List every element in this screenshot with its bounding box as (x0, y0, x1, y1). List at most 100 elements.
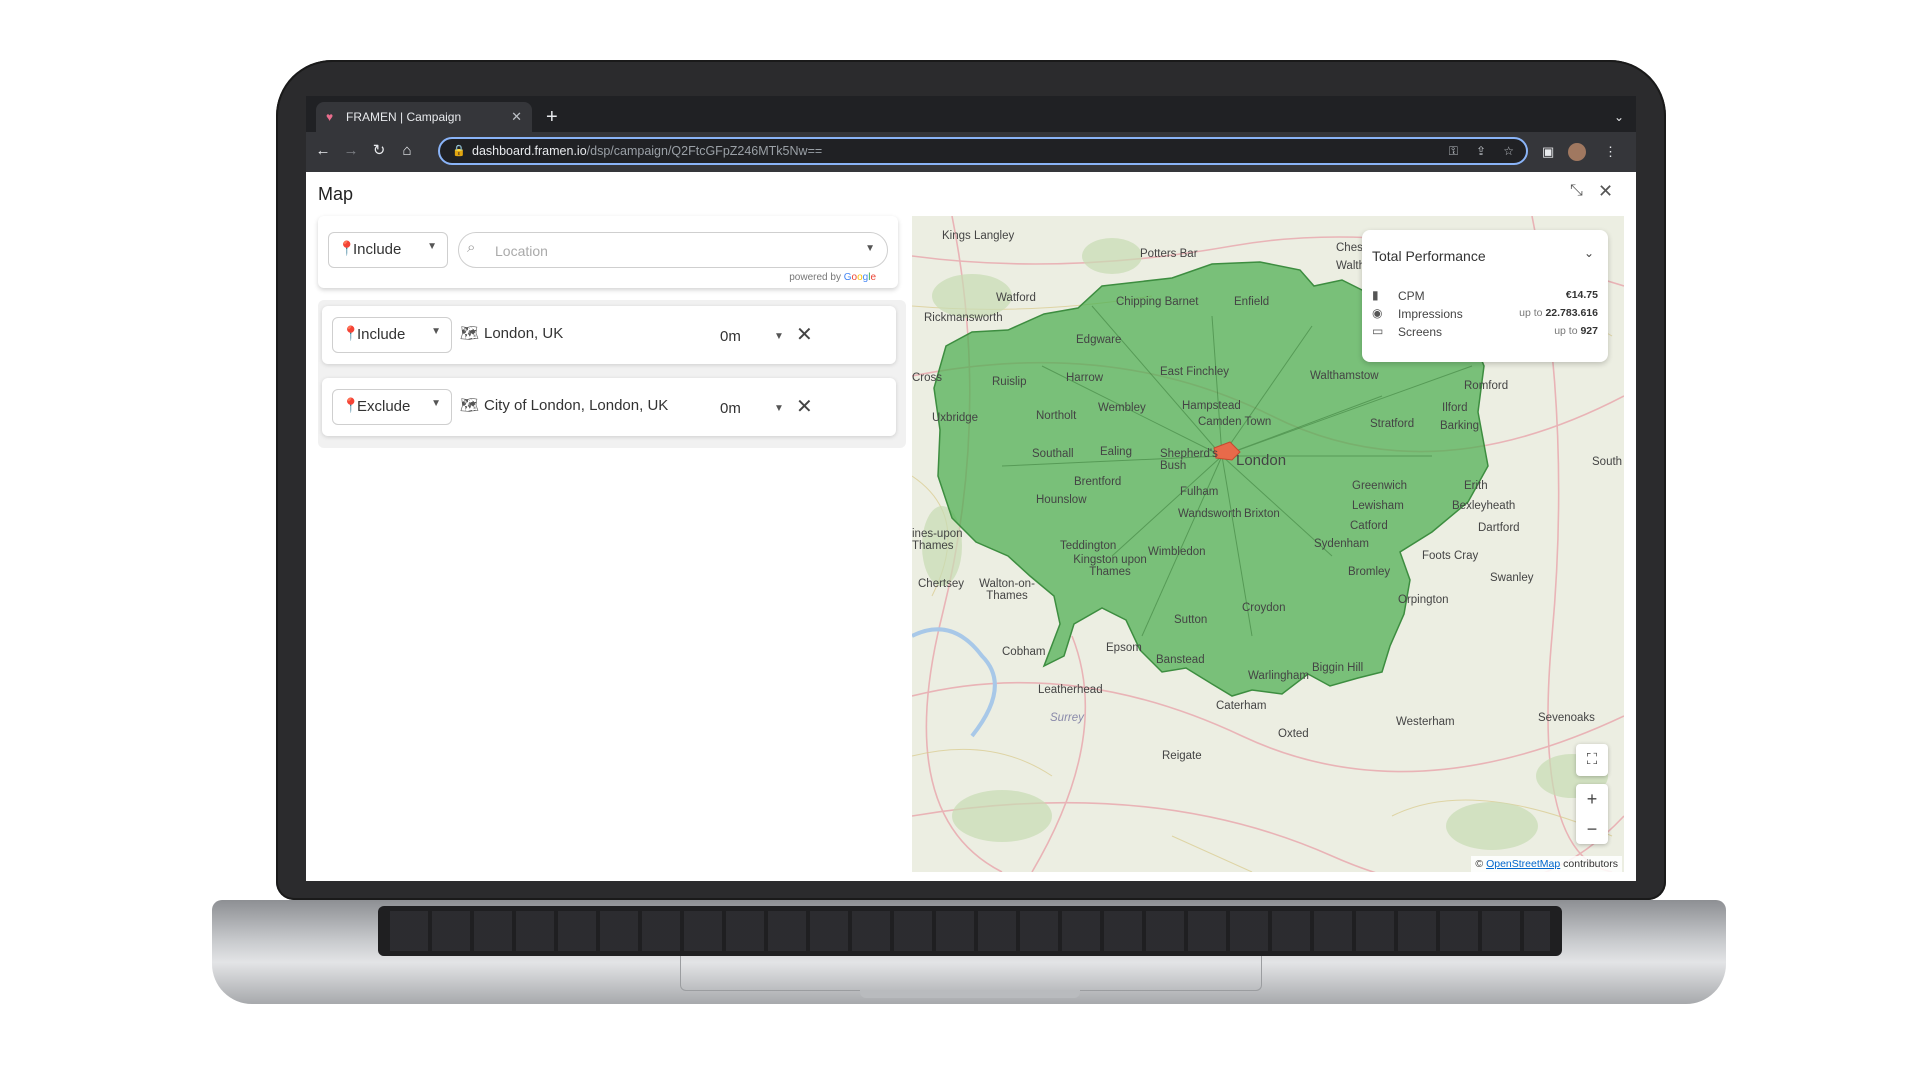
map-label: ines-upon Thames (912, 528, 963, 552)
total-performance-card: Total Performance ⌄ ▮ CPM €14.75 ◉ Impre… (1362, 230, 1608, 362)
include-exclude-select[interactable]: 📍 Exclude ▼ (332, 389, 452, 425)
map-icon: 🗺 (460, 325, 480, 342)
map-label: Chipping Barnet (1116, 296, 1199, 308)
address-bar[interactable]: 🔒 dashboard.framen.io/dsp/campaign/Q2Ftc… (438, 137, 1528, 165)
map-label: Surrey (1050, 712, 1084, 724)
collapse-icon[interactable]: ⤡ (1570, 182, 1583, 200)
map-label: Teddington (1060, 540, 1117, 552)
fit-bounds-button[interactable]: ⛶ (1576, 744, 1608, 776)
share-icon[interactable]: ⇪ (1476, 139, 1486, 163)
close-icon[interactable]: ✕ (1598, 181, 1613, 202)
chevron-down-icon[interactable]: ⌄ (1584, 246, 1594, 260)
location-name: London, UK (484, 325, 564, 342)
include-exclude-select[interactable]: 📍 Include ▼ (328, 232, 448, 268)
map-label: Lewisham (1352, 500, 1404, 512)
browser-menu-icon[interactable]: ⋮ (1604, 141, 1617, 163)
map-label: South (1592, 456, 1623, 468)
eye-icon: ◉ (1372, 306, 1383, 320)
radius-value[interactable]: 0m (720, 328, 741, 345)
search-icon: ⌕ (467, 239, 476, 256)
map-label: Banstead (1156, 654, 1205, 666)
caret-down-icon: ▼ (431, 326, 441, 337)
location-input[interactable] (493, 239, 837, 263)
caret-down-icon: ▼ (431, 398, 441, 409)
performance-row: ▮ CPM €14.75 (1372, 288, 1598, 303)
map-label: Oxted (1278, 728, 1309, 740)
map-label: Bromley (1348, 566, 1391, 578)
browser-tab[interactable]: ♥ FRAMEN | Campaign ✕ (316, 102, 532, 132)
location-panel: 📍 Include ▼ ⌕ ▼ powered by Google 📍 (318, 216, 906, 826)
remove-icon[interactable]: ✕ (796, 322, 813, 347)
map-label: Wembley (1098, 402, 1146, 414)
forward-icon[interactable]: → (340, 139, 362, 163)
openstreetmap-link[interactable]: OpenStreetMap (1486, 858, 1560, 870)
home-icon[interactable]: ⌂ (396, 139, 418, 163)
map-label: Erith (1464, 480, 1488, 492)
tab-title: FRAMEN | Campaign (346, 110, 462, 124)
map-label: Kings Langley (942, 230, 1015, 242)
caret-down-icon: ▼ (427, 241, 437, 252)
map-label: Cross (912, 372, 943, 384)
map-label: Rickmansworth (924, 312, 1003, 324)
monitor-icon: ▭ (1372, 324, 1384, 338)
map-label: Hampstead (1182, 400, 1241, 412)
caret-down-icon[interactable]: ▼ (774, 331, 784, 342)
map-view[interactable]: Kings Langley Potters Bar Watford Chippi… (912, 216, 1624, 872)
performance-title: Total Performance (1372, 248, 1486, 264)
map-label: Brixton (1244, 508, 1280, 520)
map-label: Ruislip (992, 376, 1027, 388)
map-label: Brentford (1074, 476, 1122, 488)
include-exclude-select[interactable]: 📍 Include ▼ (332, 317, 452, 353)
map-label: Croydon (1242, 602, 1286, 614)
map-label: Sutton (1174, 614, 1208, 626)
map-dialog: Map ⤡ ✕ 📍 Include ▼ ⌕ ▼ powered by Googl… (306, 172, 1636, 881)
map-label: Orpington (1398, 594, 1449, 606)
performance-row: ◉ Impressions up to 22.783.616 (1372, 306, 1598, 321)
bar-chart-icon: ▮ (1372, 288, 1379, 302)
tab-search-icon[interactable]: ⌄ (1614, 102, 1624, 132)
location-search[interactable]: ⌕ ▼ (458, 232, 888, 268)
browser-toolbar: ← → ↻ ⌂ 🔒 dashboard.framen.io/dsp/campai… (306, 132, 1636, 172)
map-label: Reigate (1162, 750, 1202, 762)
profile-avatar[interactable] (1568, 143, 1586, 161)
map-label: Northolt (1036, 410, 1077, 422)
map-label: Warlingham (1248, 670, 1309, 682)
map-label: East Finchley (1160, 366, 1230, 378)
map-label: Barking (1440, 420, 1479, 432)
map-label: Catford (1350, 520, 1388, 532)
map-attribution: © OpenStreetMap contributors (1471, 856, 1622, 872)
caret-down-icon[interactable]: ▼ (774, 403, 784, 414)
laptop-notch (860, 990, 1080, 998)
list-item: 📍 Exclude ▼ 🗺 City of London, London, UK… (322, 378, 896, 436)
reload-icon[interactable]: ↻ (368, 139, 390, 163)
map-label: Wimbledon (1148, 546, 1206, 558)
map-label: Cobham (1002, 646, 1046, 658)
location-name: City of London, London, UK (484, 397, 669, 414)
caret-down-icon[interactable]: ▼ (865, 243, 875, 254)
remove-icon[interactable]: ✕ (796, 394, 813, 419)
map-label: Swanley (1490, 572, 1534, 584)
new-tab-button[interactable]: + (546, 102, 558, 132)
radius-value[interactable]: 0m (720, 400, 741, 417)
map-label: Camden Town (1198, 416, 1272, 428)
key-icon[interactable]: ⚿ (1449, 139, 1458, 163)
zoom-in-button[interactable]: + (1576, 784, 1608, 814)
map-label: Epsom (1106, 642, 1142, 654)
map-label: Foots Cray (1422, 550, 1479, 562)
powered-by-google: powered by Google (789, 272, 876, 283)
map-label: Edgware (1076, 334, 1122, 346)
lock-icon: 🔒 (452, 145, 466, 157)
zoom-out-button[interactable]: − (1576, 814, 1608, 844)
tab-close-icon[interactable]: ✕ (511, 102, 522, 132)
bookmark-star-icon[interactable]: ☆ (1503, 139, 1514, 163)
framen-favicon-icon: ♥ (326, 110, 334, 124)
side-panel-icon[interactable]: ▣ (1542, 141, 1554, 163)
map-label: Fulham (1180, 486, 1219, 498)
map-label: Biggin Hill (1312, 662, 1364, 674)
map-icon: 🗺 (460, 397, 480, 414)
map-label: Watford (996, 292, 1036, 304)
map-label: Uxbridge (932, 412, 979, 424)
list-item: 📍 Include ▼ 🗺 London, UK 0m ▼ ✕ (322, 306, 896, 364)
map-label: Harrow (1066, 372, 1104, 384)
back-icon[interactable]: ← (312, 139, 334, 163)
